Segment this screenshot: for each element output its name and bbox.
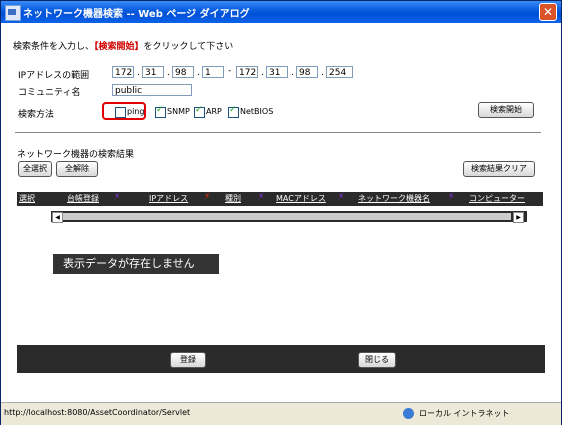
snmp-label: SNMP	[167, 107, 190, 116]
ip-dot: .	[321, 68, 324, 78]
ip-dot: .	[261, 68, 264, 78]
scroll-left-button[interactable]: ◀	[52, 212, 63, 223]
column-header-ledger[interactable]: 台帳登録	[67, 193, 99, 204]
results-table-header: 選択 台帳登録 ⚡ IPアドレス ⚡ 種別 ⚡ MACアドレス ⚡ ネットワーク…	[17, 192, 543, 206]
window-title: ネットワーク機器検索 -- Web ページ ダイアログ	[23, 9, 250, 20]
status-url: http://localhost:8080/AssetCoordinator/S…	[4, 408, 191, 417]
close-button[interactable]: 閉じる	[358, 352, 396, 368]
ip-dot: .	[197, 68, 200, 78]
netbios-label: NetBIOS	[240, 107, 274, 116]
community-label: コミュニティ名	[18, 88, 81, 98]
sort-icon[interactable]: ⚡	[258, 192, 264, 202]
column-header-computer[interactable]: コンピューター	[469, 193, 525, 204]
column-header-type[interactable]: 種別	[225, 193, 241, 204]
ping-label: ping	[127, 107, 145, 116]
snmp-checkbox[interactable]	[155, 105, 166, 118]
netbios-checkbox[interactable]	[228, 105, 239, 118]
ip-to-octet-4[interactable]: 254	[326, 66, 353, 78]
results-title: ネットワーク機器の検索結果	[17, 150, 135, 160]
ip-range-label: IPアドレスの範囲	[18, 71, 90, 81]
empty-message: 表示データが存在しません	[53, 254, 219, 274]
sort-icon[interactable]: ⚡	[204, 192, 210, 202]
ip-from-octet-3[interactable]: 98	[172, 66, 194, 78]
intranet-globe-icon	[403, 408, 414, 419]
sort-icon[interactable]: ⚡	[448, 192, 454, 202]
scroll-right-button[interactable]: ▶	[513, 212, 524, 223]
horizontal-scrollbar[interactable]: ◀ ▶	[51, 211, 527, 223]
select-all-button[interactable]: 全選択	[18, 161, 52, 177]
ip-range-separator: -	[228, 66, 232, 76]
window-icon	[5, 5, 21, 21]
ip-from-octet-1[interactable]: 172	[112, 66, 134, 78]
column-header-ip[interactable]: IPアドレス	[149, 193, 188, 204]
arp-checkbox[interactable]	[194, 105, 205, 118]
footer-bar: 登録 閉じる	[17, 345, 545, 373]
register-button[interactable]: 登録	[170, 352, 206, 368]
ip-from-octet-2[interactable]: 31	[142, 66, 164, 78]
community-input[interactable]: public	[112, 84, 192, 96]
ip-dot: .	[137, 68, 140, 78]
status-bar: http://localhost:8080/AssetCoordinator/S…	[1, 402, 561, 425]
ip-to-octet-1[interactable]: 172	[236, 66, 258, 78]
search-method-options: ping SNMP ARP NetBIOS	[112, 105, 292, 119]
ip-dot: .	[167, 68, 170, 78]
ip-from-octet-4[interactable]: 1	[202, 66, 224, 78]
ip-range-fields: 172 . 31 . 98 . 1 - 172 . 31 . 98 . 254	[112, 66, 357, 80]
column-header-mac[interactable]: MACアドレス	[276, 193, 326, 204]
search-method-label: 検索方法	[18, 110, 55, 120]
status-zone: ローカル イントラネット	[419, 409, 510, 418]
column-header-device-name[interactable]: ネットワーク機器名	[358, 193, 430, 204]
dialog-window: ネットワーク機器検索 -- Web ページ ダイアログ ✕ 検索条件を入力し、【…	[0, 0, 562, 425]
section-divider	[15, 132, 541, 133]
title-bar: ネットワーク機器検索 -- Web ページ ダイアログ ✕	[1, 1, 561, 23]
deselect-all-button[interactable]: 全解除	[56, 161, 98, 177]
ping-checkbox[interactable]	[115, 107, 126, 118]
ip-to-octet-2[interactable]: 31	[266, 66, 288, 78]
search-start-button[interactable]: 検索開始	[478, 102, 534, 118]
scrollbar-thumb[interactable]	[63, 213, 511, 220]
ip-dot: .	[291, 68, 294, 78]
close-window-button[interactable]: ✕	[539, 3, 557, 21]
ip-to-octet-3[interactable]: 98	[296, 66, 318, 78]
sort-icon[interactable]: ⚡	[338, 192, 344, 202]
arp-label: ARP	[206, 107, 222, 116]
instruction-highlight: 【検索開始】	[94, 42, 144, 52]
column-header-select[interactable]: 選択	[19, 193, 35, 204]
dialog-content: 検索条件を入力し、【検索開始】をクリックして下さい IPアドレスの範囲 172 …	[5, 25, 557, 401]
sort-icon[interactable]: ⚡	[114, 192, 120, 202]
instruction-pre: 検索条件を入力し、	[13, 42, 95, 52]
instruction-text: 検索条件を入力し、【検索開始】をクリックして下さい	[13, 39, 233, 52]
instruction-post: をクリックして下さい	[143, 42, 234, 52]
clear-results-button[interactable]: 検索結果クリア	[463, 161, 535, 177]
